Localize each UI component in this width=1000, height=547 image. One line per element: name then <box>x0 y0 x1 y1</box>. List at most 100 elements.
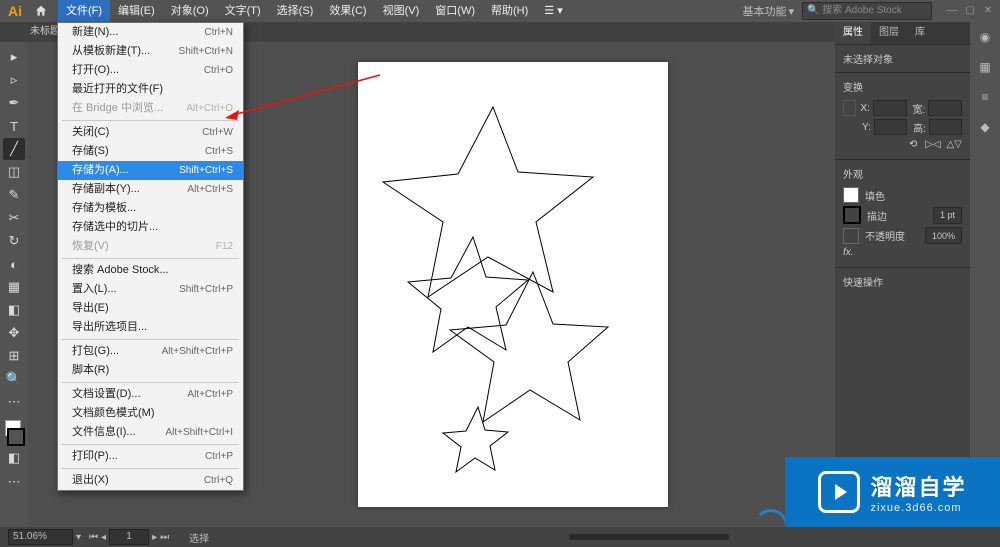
opacity-value[interactable]: 100% <box>925 227 962 244</box>
file-menu-item[interactable]: 存储副本(Y)...Alt+Ctrl+S <box>58 180 243 199</box>
tool-12[interactable]: ✥ <box>3 322 25 344</box>
file-menu-item[interactable]: 文档颜色模式(M) <box>58 404 243 423</box>
file-menu-item[interactable]: 脚本(R) <box>58 361 243 380</box>
tool-9[interactable]: ◐ <box>3 253 25 275</box>
file-menu-item: 在 Bridge 中浏览...Alt+Ctrl+O <box>58 99 243 118</box>
first-page-icon[interactable]: ⏮ <box>89 532 98 543</box>
flip-v-icon[interactable]: △▽ <box>947 139 962 150</box>
home-icon[interactable] <box>32 2 50 20</box>
page-number[interactable]: 1 <box>109 529 149 545</box>
h-field[interactable] <box>929 119 962 135</box>
file-menu-item[interactable]: 关闭(C)Ctrl+W <box>58 123 243 142</box>
reference-point-icon[interactable] <box>843 100 856 116</box>
stroke-weight[interactable]: 1 pt <box>933 207 962 224</box>
tab-properties[interactable]: 属性 <box>835 22 871 44</box>
menu-选择[interactable]: 选择(S) <box>269 0 322 22</box>
last-page-icon[interactable]: ⏭ <box>160 532 169 543</box>
file-menu-item[interactable]: 退出(X)Ctrl+Q <box>58 471 243 490</box>
menu-对象[interactable]: 对象(O) <box>163 0 217 22</box>
menu-item-label: 打开(O)... <box>72 63 119 78</box>
file-menu-item[interactable]: 文档设置(D)...Alt+Ctrl+P <box>58 385 243 404</box>
status-mode[interactable]: 选择 <box>189 530 209 545</box>
menu-item-shortcut: Shift+Ctrl+P <box>179 282 233 297</box>
menu-窗口[interactable]: 窗口(W) <box>427 0 483 22</box>
fx-label[interactable]: fx. <box>843 247 854 258</box>
menu-extra-icon[interactable]: ☰ ▾ <box>536 0 570 22</box>
panel-icon-swatches[interactable]: ▦ <box>974 56 996 78</box>
file-menu-item[interactable]: 打开(O)...Ctrl+O <box>58 61 243 80</box>
file-menu-item[interactable]: 存储为模板... <box>58 199 243 218</box>
file-menu-item[interactable]: 存储为(A)...Shift+Ctrl+S <box>58 161 243 180</box>
workspace-label[interactable]: 基本功能 <box>742 3 786 19</box>
file-menu-item[interactable]: 最近打开的文件(F) <box>58 80 243 99</box>
artboard[interactable] <box>358 62 668 507</box>
tool-6[interactable]: ✎ <box>3 184 25 206</box>
file-menu-item[interactable]: 存储选中的切片... <box>58 218 243 237</box>
prev-page-icon[interactable]: ◂ <box>101 532 106 543</box>
menu-视图[interactable]: 视图(V) <box>375 0 428 22</box>
tool-15[interactable]: ⋯ <box>3 391 25 413</box>
menu-编辑[interactable]: 编辑(E) <box>110 0 163 22</box>
stroke-swatch-icon[interactable] <box>843 206 861 224</box>
menu-帮助[interactable]: 帮助(H) <box>483 0 536 22</box>
tool-14[interactable]: 🔍 <box>3 368 25 390</box>
tool-0[interactable]: ▸ <box>3 46 25 68</box>
scrollbar-horizontal[interactable] <box>569 534 729 540</box>
next-page-icon[interactable]: ▸ <box>152 532 157 543</box>
flip-h-icon[interactable]: ▷◁ <box>925 139 940 150</box>
menu-文件[interactable]: 文件(F) <box>58 0 110 22</box>
file-menu-item[interactable]: 导出所选项目... <box>58 318 243 337</box>
tool-3[interactable]: T <box>3 115 25 137</box>
chevron-down-icon: ▾ <box>788 5 794 18</box>
close-icon[interactable]: ✕ <box>982 5 994 17</box>
tool-1[interactable]: ▹ <box>3 69 25 91</box>
tool-7[interactable]: ✂ <box>3 207 25 229</box>
tab-library[interactable]: 库 <box>907 22 933 44</box>
toolbar-options-icon[interactable]: ⋯ <box>3 471 25 493</box>
color-swatches[interactable] <box>3 418 25 446</box>
file-menu-item[interactable]: 从模板新建(T)...Shift+Ctrl+N <box>58 42 243 61</box>
file-menu-item[interactable]: 打印(P)...Ctrl+P <box>58 447 243 466</box>
fill-swatch-icon[interactable] <box>843 187 859 203</box>
menu-item-label: 文件信息(I)... <box>72 425 136 440</box>
menu-item-shortcut: Alt+Ctrl+P <box>187 387 233 402</box>
file-menu-item[interactable]: 存储(S)Ctrl+S <box>58 142 243 161</box>
tool-4[interactable]: ╱ <box>3 138 25 160</box>
menu-item-shortcut: Alt+Shift+Ctrl+I <box>165 425 233 440</box>
panel-icon-color[interactable]: ◉ <box>974 26 996 48</box>
x-field[interactable] <box>873 100 907 116</box>
watermark-url: zixue.3d66.com <box>870 502 966 514</box>
file-menu-item[interactable]: 置入(L)...Shift+Ctrl+P <box>58 280 243 299</box>
chevron-down-icon[interactable]: ▾ <box>76 532 81 543</box>
properties-panel: 属性 图层 库 未选择对象 变换 X: 宽: Y: 高: ⟲ ▷◁ △▽ <box>835 22 970 527</box>
file-menu-item[interactable]: 文件信息(I)... Alt+Shift+Ctrl+I <box>58 423 243 442</box>
tool-10[interactable]: ▦ <box>3 276 25 298</box>
stroke-swatch[interactable] <box>7 428 25 446</box>
rotate-icon[interactable]: ⟲ <box>909 139 917 150</box>
tool-13[interactable]: ⊞ <box>3 345 25 367</box>
file-menu-item[interactable]: 搜索 Adobe Stock... <box>58 261 243 280</box>
file-menu-item[interactable]: 导出(E) <box>58 299 243 318</box>
panel-icon-brushes[interactable]: ≡ <box>974 86 996 108</box>
file-menu-item[interactable]: 打包(G)...Alt+Shift+Ctrl+P <box>58 342 243 361</box>
maximize-icon[interactable]: ▢ <box>964 5 976 17</box>
menu-item-shortcut: Ctrl+S <box>205 144 233 159</box>
w-field[interactable] <box>928 100 962 116</box>
tool-8[interactable]: ↻ <box>3 230 25 252</box>
screen-mode-icon[interactable]: ◧ <box>3 447 25 469</box>
file-menu-item[interactable]: 新建(N)...Ctrl+N <box>58 23 243 42</box>
tool-11[interactable]: ◧ <box>3 299 25 321</box>
zoom-level[interactable]: 51.06% <box>8 529 73 545</box>
tab-layers[interactable]: 图层 <box>871 22 907 44</box>
tool-2[interactable]: ✒ <box>3 92 25 114</box>
panel-icon-symbols[interactable]: ◆ <box>974 116 996 138</box>
tool-5[interactable]: ◫ <box>3 161 25 183</box>
menu-item-label: 导出(E) <box>72 301 109 316</box>
menu-效果[interactable]: 效果(C) <box>321 0 374 22</box>
menu-文字[interactable]: 文字(T) <box>217 0 269 22</box>
minimize-icon[interactable]: — <box>946 5 958 17</box>
y-field[interactable] <box>874 119 907 135</box>
search-input[interactable]: 🔍 搜索 Adobe Stock <box>802 2 932 20</box>
menu-separator <box>62 382 239 383</box>
toolbox: ▸▹✒T╱◫✎✂↻◐▦◧✥⊞🔍⋯ ◧ ⋯ <box>0 42 28 527</box>
